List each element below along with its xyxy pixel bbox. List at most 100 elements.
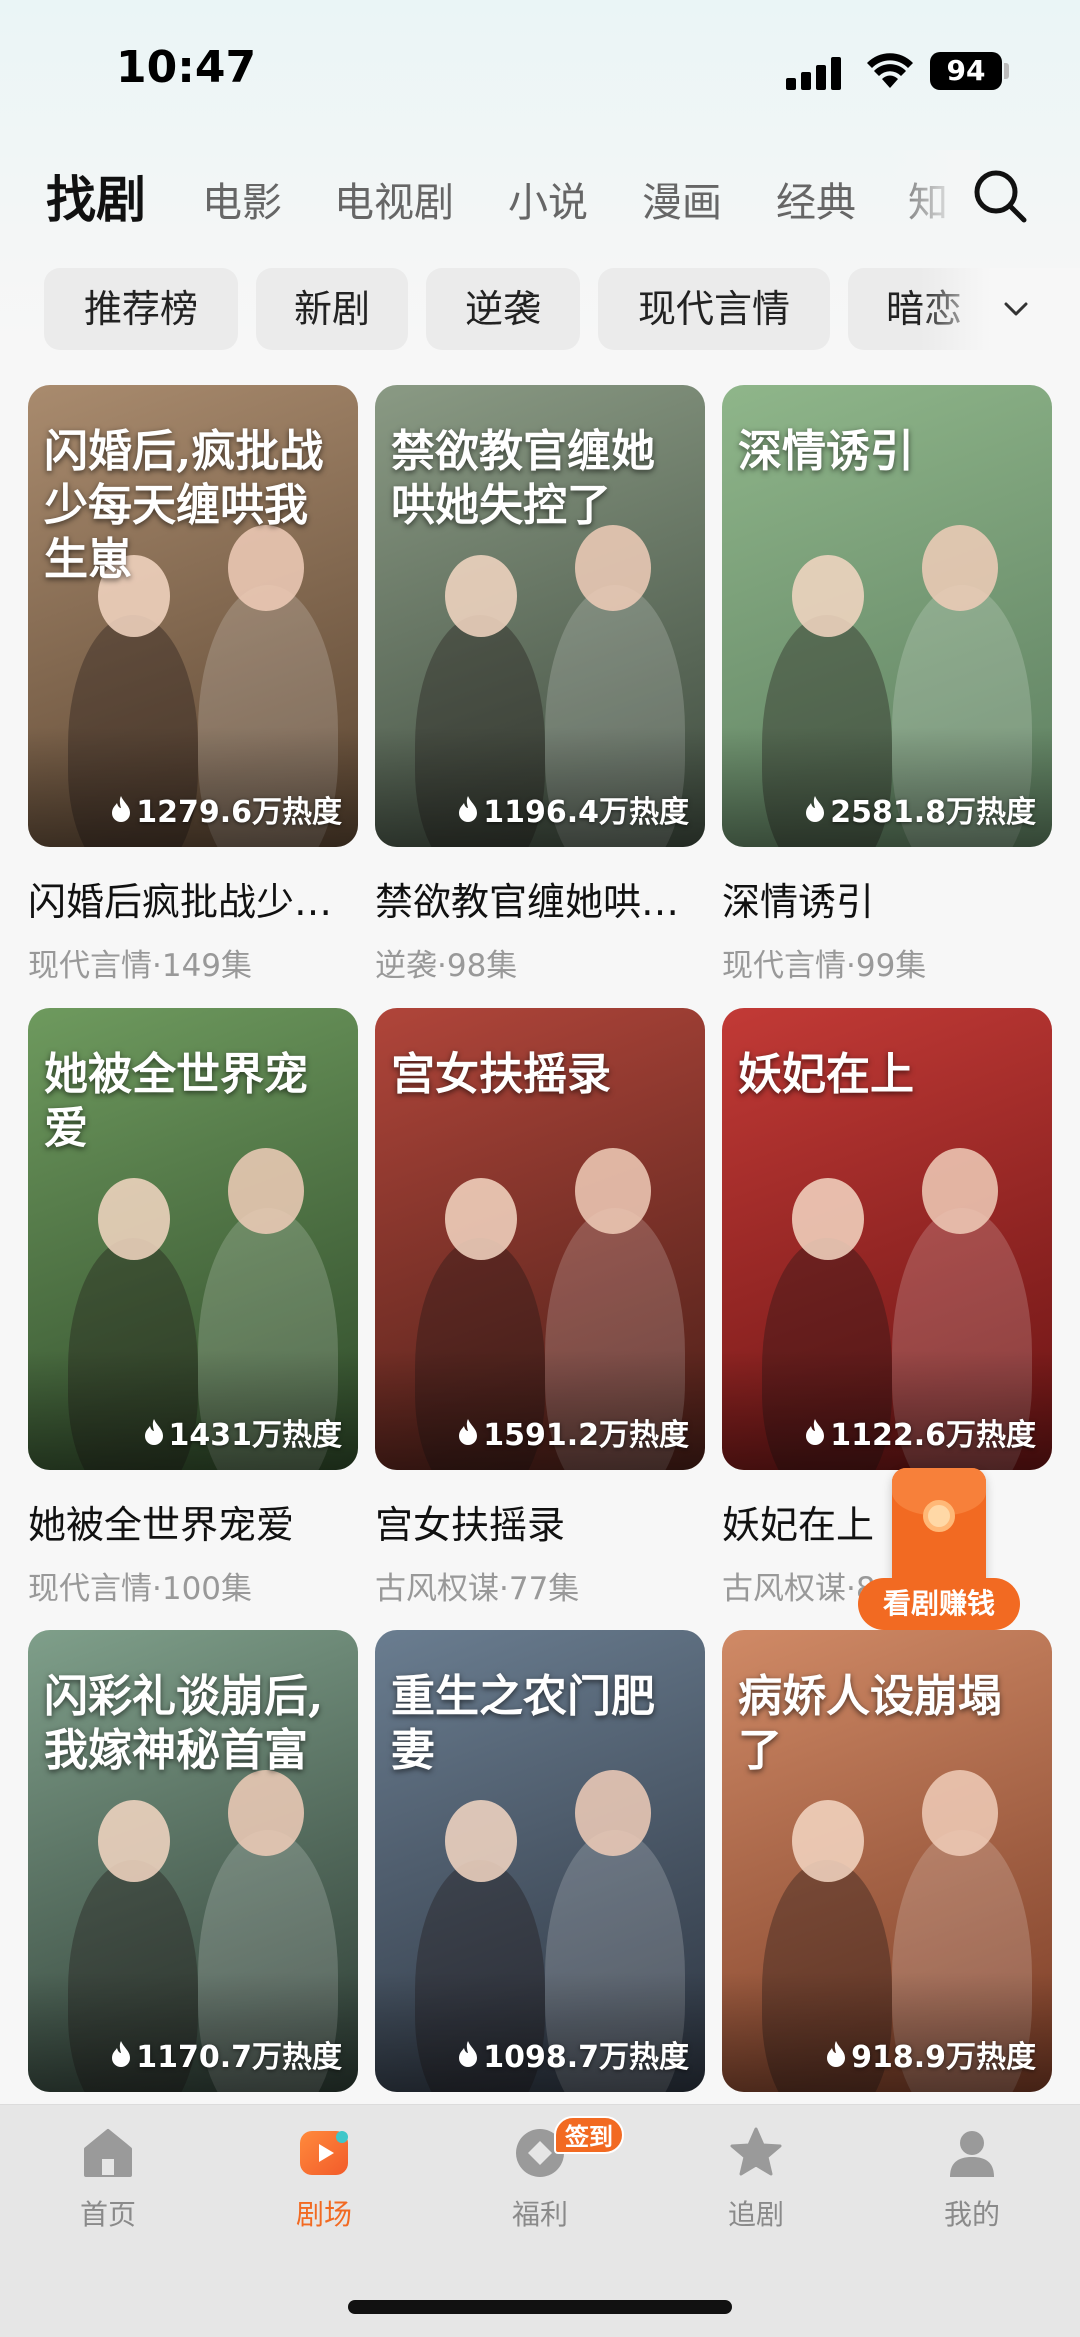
nav-fade <box>890 150 980 240</box>
checkin-badge[interactable]: 签到 <box>554 2116 624 2154</box>
drama-meta: 古风权谋·77集 <box>375 1571 580 1607</box>
heat-value: 1098.7万热度 <box>483 2040 689 2075</box>
person-icon <box>950 2131 994 2177</box>
chip-modern-romance[interactable]: 现代言情 <box>598 268 830 350</box>
drama-meta: 现代言情·149集 <box>28 948 253 984</box>
drama-card[interactable]: 禁欲教官缠她哄她失控了1196.4万热度禁欲教官缠她哄她失控了逆袭·98集 <box>375 385 705 985</box>
drama-card[interactable]: 妖妃在上 1122.6万热度 妖妃在上 古风权谋·8 <box>722 1008 1052 1608</box>
poster-title-text: 禁欲教官缠她哄她失控了 <box>391 426 655 531</box>
flame-icon <box>806 1419 825 1445</box>
drama-card[interactable]: 闪彩礼谈崩后,我嫁神秘首富 1170.7万热度 <box>28 1630 358 2092</box>
flame-icon <box>112 2041 131 2067</box>
heat-value: 1431万热度 <box>168 1418 343 1453</box>
drama-card[interactable]: 闪婚后,疯批战少每天缠哄我生崽 1279.6万热度闪婚后疯批战少每天缠哄我生崽现代… <box>28 385 358 985</box>
flame-icon <box>806 796 825 822</box>
filter-chips: 推荐榜 新剧 逆袭 现代言情 暗恋 <box>0 268 1080 352</box>
tab-movie[interactable]: 电影 <box>202 170 282 228</box>
heat-badge: 1431万热度 <box>143 1410 343 1454</box>
poster-title-text: 病娇人设崩塌了 <box>738 1671 1002 1776</box>
drama-poster[interactable]: 她被全世界宠爱 1431万热度 <box>28 1008 358 1470</box>
heat-badge: 2581.8万热度 <box>804 787 1036 831</box>
heat-value: 2581.8万热度 <box>830 795 1036 830</box>
star-icon <box>730 2127 782 2176</box>
drama-poster[interactable]: 闪彩礼谈崩后,我嫁神秘首富 1170.7万热度 <box>28 1630 358 2092</box>
poster-title-text: 深情诱引 <box>738 426 914 477</box>
heat-value: 1279.6万热度 <box>136 795 342 830</box>
tab-theater[interactable]: 剧场 <box>254 2123 394 2233</box>
flame-icon <box>827 2041 846 2067</box>
tab-theater-label: 剧场 <box>295 2198 352 2231</box>
chip-recommended[interactable]: 推荐榜 <box>44 268 238 350</box>
battery-indicator: 94 <box>930 52 1002 90</box>
tab-home[interactable]: 首页 <box>38 2123 178 2233</box>
tab-mine[interactable]: 我的 <box>902 2123 1042 2233</box>
chip-comeback[interactable]: 逆袭 <box>426 268 580 350</box>
drama-title[interactable]: 禁欲教官缠她哄她失控了 <box>375 871 705 926</box>
drama-poster[interactable]: 妖妃在上 1122.6万热度 <box>722 1008 1052 1470</box>
poster-figure-head <box>575 525 651 611</box>
heat-badge: 1098.7万热度 <box>457 2032 689 2076</box>
poster-figure-head <box>228 1770 304 1856</box>
drama-meta: 逆袭·98集 <box>375 948 518 984</box>
tab-classic[interactable]: 经典 <box>776 170 856 228</box>
heat-value: 918.9万热度 <box>851 2040 1036 2075</box>
drama-card[interactable]: 深情诱引 2581.8万热度 深情诱引 现代言情·99集 <box>722 385 1052 985</box>
drama-title[interactable]: 妖妃在上 <box>722 1494 1052 1549</box>
drama-title[interactable]: 深情诱引 <box>722 871 1052 926</box>
heat-value: 1591.2万热度 <box>483 1418 689 1453</box>
poster-title-text: 闪彩礼谈崩后,我嫁神秘首富 <box>44 1671 324 1776</box>
heat-badge: 1279.6万热度 <box>110 787 342 831</box>
drama-poster[interactable]: 深情诱引 2581.8万热度 <box>722 385 1052 847</box>
tab-novel[interactable]: 小说 <box>508 170 588 228</box>
red-envelope-icon[interactable] <box>892 1468 986 1588</box>
top-nav: 找剧 电影 电视剧 小说 漫画 经典 知 <box>0 150 1080 240</box>
poster-figure-head <box>922 1770 998 1856</box>
drama-poster[interactable]: 病娇人设崩塌了 918.9万热度 <box>722 1630 1052 2092</box>
poster-title-text: 妖妃在上 <box>738 1049 914 1100</box>
tab-follow[interactable]: 追剧 <box>686 2123 826 2233</box>
flame-icon <box>112 796 131 822</box>
flame-icon <box>459 796 478 822</box>
cellular-signal-icon <box>786 56 846 90</box>
drama-card[interactable]: 病娇人设崩塌了 918.9万热度 <box>722 1630 1052 2092</box>
heat-value: 1196.4万热度 <box>483 795 689 830</box>
chevron-down-icon[interactable] <box>996 290 1036 330</box>
poster-figure-head <box>98 1178 170 1260</box>
heat-badge: 1196.4万热度 <box>457 787 689 831</box>
drama-poster[interactable]: 禁欲教官缠她哄她失控了 1196.4万热度 <box>375 385 705 847</box>
chip-new[interactable]: 新剧 <box>256 268 408 350</box>
poster-figure-head <box>792 1178 864 1260</box>
poster-figure-head <box>98 1800 170 1882</box>
watch-earn-button[interactable]: 看剧赚钱 <box>858 1578 1020 1630</box>
poster-figure-head <box>445 1178 517 1260</box>
heat-badge: 1170.7万热度 <box>110 2032 342 2076</box>
tab-tv-series[interactable]: 电视剧 <box>334 170 454 228</box>
poster-figure-head <box>445 555 517 637</box>
tab-comic[interactable]: 漫画 <box>642 170 722 228</box>
home-indicator <box>348 2300 732 2314</box>
poster-figure-head <box>792 555 864 637</box>
drama-card[interactable]: 她被全世界宠爱 1431万热度 她被全世界宠爱 现代言情·100集 <box>28 1008 358 1608</box>
tab-find-drama[interactable]: 找剧 <box>46 160 146 232</box>
poster-title-text: 宫女扶摇录 <box>391 1049 611 1100</box>
drama-meta: 现代言情·100集 <box>28 1571 253 1607</box>
drama-title[interactable]: 闪婚后疯批战少每天缠哄我生崽 <box>28 871 358 926</box>
drama-poster[interactable]: 闪婚后,疯批战少每天缠哄我生崽 1279.6万热度 <box>28 385 358 847</box>
drama-card[interactable]: 重生之农门肥妻 1098.7万热度 <box>375 1630 705 2092</box>
flame-icon <box>144 1419 163 1445</box>
poster-title-text: 重生之农门肥妻 <box>391 1671 655 1776</box>
heat-value: 1122.6万热度 <box>830 1418 1036 1453</box>
wifi-icon <box>867 53 913 88</box>
drama-card[interactable]: 宫女扶摇录 1591.2万热度 宫女扶摇录 古风权谋·77集 <box>375 1008 705 1608</box>
poster-figure-head <box>575 1770 651 1856</box>
tab-mine-label: 我的 <box>943 2198 1000 2231</box>
drama-poster[interactable]: 宫女扶摇录 1591.2万热度 <box>375 1008 705 1470</box>
drama-poster[interactable]: 重生之农门肥妻 1098.7万热度 <box>375 1630 705 2092</box>
drama-meta: 现代言情·99集 <box>722 948 927 984</box>
heat-badge: 918.9万热度 <box>825 2032 1036 2076</box>
search-icon[interactable] <box>970 166 1030 226</box>
poster-figure-head <box>445 1800 517 1882</box>
drama-title[interactable]: 她被全世界宠爱 <box>28 1494 358 1549</box>
poster-title-text: 她被全世界宠爱 <box>44 1049 308 1154</box>
drama-title[interactable]: 宫女扶摇录 <box>375 1494 705 1549</box>
